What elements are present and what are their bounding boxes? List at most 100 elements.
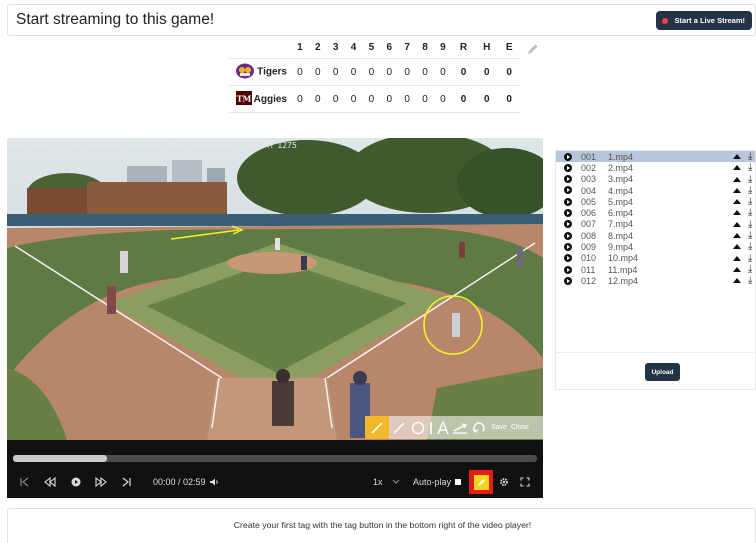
circle-tool-icon[interactable] [409, 416, 427, 439]
move-up-icon[interactable] [733, 176, 741, 182]
fullscreen-icon[interactable] [520, 475, 530, 489]
playlist-item[interactable]: 002 2.mp4 ⤓ [556, 162, 755, 173]
playlist-item[interactable]: 010 10.mp4 ⤓ [556, 253, 755, 264]
line-tool-icon[interactable] [389, 416, 409, 439]
play-circle-icon[interactable] [564, 276, 572, 285]
download-icon[interactable]: ⤓ [748, 174, 752, 185]
move-up-icon[interactable] [733, 165, 741, 171]
volume-icon[interactable] [209, 475, 219, 489]
move-up-icon[interactable] [733, 210, 741, 216]
highlight-tool-icon[interactable] [365, 416, 389, 439]
team-column [229, 36, 291, 60]
download-icon[interactable]: ⤓ [748, 219, 752, 230]
progress-bar[interactable] [13, 455, 537, 462]
rect-tool-icon[interactable] [427, 416, 435, 439]
tag-pencil-icon [473, 474, 489, 490]
download-icon[interactable]: ⤓ [748, 162, 752, 173]
upload-button[interactable]: Upload [645, 363, 680, 381]
download-icon[interactable]: ⤓ [748, 264, 752, 275]
move-up-icon[interactable] [733, 244, 741, 250]
play-circle-icon[interactable] [564, 254, 572, 263]
video-player[interactable]: Post Oak Little League, Pee Wee 2023-05-… [7, 138, 543, 498]
autoplay-stop-icon [455, 479, 462, 485]
team-aggies: TM Aggies [229, 85, 291, 113]
download-icon[interactable]: ⤓ [748, 151, 752, 162]
score-cell: 0 [416, 58, 434, 87]
fast-forward-icon[interactable] [95, 475, 107, 489]
aggies-logo-icon: TM [235, 90, 252, 108]
play-icon[interactable] [71, 475, 81, 489]
runs-cell: 0 [451, 58, 476, 87]
clip-number: 006 [581, 208, 597, 219]
team-row-aggies: TM Aggies 0 0 0 0 0 0 0 0 0 0 0 0 [229, 85, 520, 113]
playlist-item[interactable]: 001 1.mp4 ⤓ [556, 151, 755, 163]
speed-value: 1x [373, 477, 383, 487]
start-live-stream-button[interactable]: Start a Live Stream! [655, 11, 752, 30]
draw-save-button[interactable]: Save [489, 416, 509, 439]
move-up-icon[interactable] [733, 233, 741, 239]
draw-close-button[interactable]: Close [509, 416, 531, 439]
move-up-icon[interactable] [733, 187, 741, 193]
playlist-item[interactable]: 009 9.mp4 ⤓ [556, 241, 755, 252]
score-cell: 0 [434, 58, 452, 87]
download-icon[interactable]: ⤓ [748, 230, 752, 241]
play-circle-icon[interactable] [564, 209, 572, 218]
playlist-item[interactable]: 004 4.mp4 ⤓ [556, 185, 755, 196]
move-up-icon[interactable] [733, 154, 741, 159]
score-cell: 0 [291, 85, 309, 113]
score-cell: 0 [326, 85, 345, 113]
download-icon[interactable]: ⤓ [748, 207, 752, 218]
download-icon[interactable]: ⤓ [748, 185, 752, 196]
score-cell: 0 [291, 58, 309, 87]
play-circle-icon[interactable] [564, 265, 572, 274]
scoreboard-header: 1 2 3 4 5 6 7 8 9 R H E [229, 36, 520, 60]
play-circle-icon[interactable] [564, 175, 572, 184]
play-circle-icon[interactable] [564, 197, 572, 206]
video-frame[interactable] [7, 138, 543, 440]
move-up-icon[interactable] [733, 221, 741, 227]
play-circle-icon[interactable] [564, 163, 572, 172]
playlist-item[interactable]: 008 8.mp4 ⤓ [556, 230, 755, 241]
text-tool-icon[interactable] [435, 416, 451, 439]
tag-button[interactable] [469, 470, 493, 494]
autoplay-toggle[interactable]: Auto-play [413, 475, 462, 489]
clip-name: 11.mp4 [608, 264, 638, 275]
errors-header: E [498, 36, 520, 60]
play-circle-icon[interactable] [564, 152, 572, 161]
playlist-item[interactable]: 011 11.mp4 ⤓ [556, 264, 755, 275]
rewind-icon[interactable] [44, 475, 56, 489]
runs-header: R [451, 36, 476, 60]
inning-5: 5 [362, 36, 381, 60]
download-icon[interactable]: ⤓ [748, 196, 752, 207]
playlist-item[interactable]: 012 12.mp4 ⤓ [556, 275, 755, 286]
move-up-icon[interactable] [733, 199, 741, 205]
score-cell: 0 [308, 85, 327, 113]
playlist-item[interactable]: 007 7.mp4 ⤓ [556, 219, 755, 230]
playlist-item[interactable]: 006 6.mp4 ⤓ [556, 207, 755, 218]
playlist-item[interactable]: 005 5.mp4 ⤓ [556, 196, 755, 207]
clip-name: 4.mp4 [608, 185, 634, 196]
settings-gear-icon[interactable] [499, 475, 509, 489]
clip-name: 7.mp4 [608, 219, 634, 230]
edit-score-pencil-icon[interactable] [527, 42, 539, 54]
skip-start-icon[interactable] [20, 475, 29, 489]
clip-name: 6.mp4 [608, 208, 634, 219]
play-circle-icon[interactable] [564, 220, 572, 229]
playback-speed-select[interactable]: 1x [373, 475, 401, 489]
move-up-icon[interactable] [733, 278, 741, 284]
download-icon[interactable]: ⤓ [748, 241, 752, 252]
play-circle-icon[interactable] [564, 242, 572, 251]
download-icon[interactable]: ⤓ [748, 253, 752, 264]
download-icon[interactable]: ⤓ [748, 275, 752, 286]
hits-cell: 0 [475, 85, 499, 113]
move-up-icon[interactable] [733, 255, 741, 261]
undo-icon[interactable] [469, 416, 489, 439]
move-up-icon[interactable] [733, 266, 741, 272]
play-circle-icon[interactable] [564, 231, 572, 240]
play-circle-icon[interactable] [564, 186, 572, 195]
arrow-tool-icon[interactable] [451, 416, 469, 439]
inning-6: 6 [380, 36, 399, 60]
skip-end-icon[interactable] [122, 475, 131, 489]
playlist-item[interactable]: 003 3.mp4 ⤓ [556, 174, 755, 185]
score-cell: 0 [344, 85, 363, 113]
